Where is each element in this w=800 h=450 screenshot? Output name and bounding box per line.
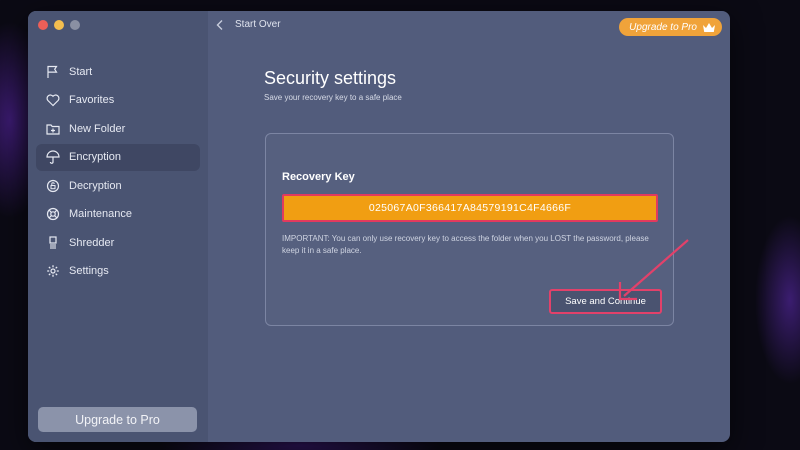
unlock-ring-icon <box>46 179 60 192</box>
sidebar-item-label: Encryption <box>69 151 121 163</box>
annotation-arrow-icon <box>618 239 689 301</box>
upgrade-pro-badge-button[interactable]: Upgrade to Pro <box>619 18 722 36</box>
upgrade-to-pro-button[interactable]: Upgrade to Pro <box>38 407 197 432</box>
sidebar-item-label: Start <box>69 65 93 78</box>
umbrella-icon <box>46 150 60 164</box>
minimize-window-button[interactable] <box>54 20 64 30</box>
app-window: Start Favorites New Folder Encryption De… <box>28 11 730 442</box>
sidebar-item-settings[interactable]: Settings <box>36 258 200 285</box>
flag-icon <box>47 65 58 78</box>
sidebar-item-label: Decryption <box>69 179 122 192</box>
sidebar-item-label: New Folder <box>69 122 126 135</box>
chevron-left-icon[interactable] <box>214 19 226 31</box>
sidebar-item-label: Shredder <box>69 236 115 249</box>
crown-icon <box>703 22 715 32</box>
start-over-link[interactable]: Start Over <box>235 19 281 30</box>
page-subtitle: Save your recovery key to a safe place <box>264 93 402 102</box>
zoom-window-button[interactable] <box>70 20 80 30</box>
sidebar-item-favorites[interactable]: Favorites <box>36 87 200 114</box>
page-title: Security settings <box>264 68 397 88</box>
recovery-key-label: Recovery Key <box>282 171 355 183</box>
important-note: IMPORTANT: You can only use recovery key… <box>282 234 649 255</box>
sidebar-item-start[interactable]: Start <box>36 58 200 85</box>
recovery-key-value[interactable]: 025067A0F366417A84579191C4F4666F <box>282 194 658 222</box>
sidebar-item-label: Settings <box>69 265 109 277</box>
shredder-icon <box>49 235 57 249</box>
sidebar-item-new-folder[interactable]: New Folder <box>36 115 200 142</box>
window-controls <box>38 20 80 30</box>
sidebar: Start Favorites New Folder Encryption De… <box>28 11 208 442</box>
sidebar-nav: Start Favorites New Folder Encryption De… <box>36 58 200 286</box>
top-bar: Start Over Upgrade to Pro <box>208 11 730 41</box>
gear-icon <box>47 265 59 277</box>
folder-plus-icon <box>46 123 60 135</box>
sidebar-item-shredder[interactable]: Shredder <box>36 229 200 256</box>
close-window-button[interactable] <box>38 20 48 30</box>
sidebar-item-encryption[interactable]: Encryption <box>36 143 200 171</box>
sidebar-item-label: Maintenance <box>69 208 132 220</box>
sidebar-item-decryption[interactable]: Decryption <box>36 172 200 199</box>
upgrade-label: Upgrade to Pro <box>629 21 697 33</box>
sidebar-item-maintenance[interactable]: Maintenance <box>36 201 200 228</box>
heart-icon <box>46 94 60 107</box>
sidebar-item-label: Favorites <box>69 94 115 106</box>
lifebuoy-icon <box>46 207 60 221</box>
